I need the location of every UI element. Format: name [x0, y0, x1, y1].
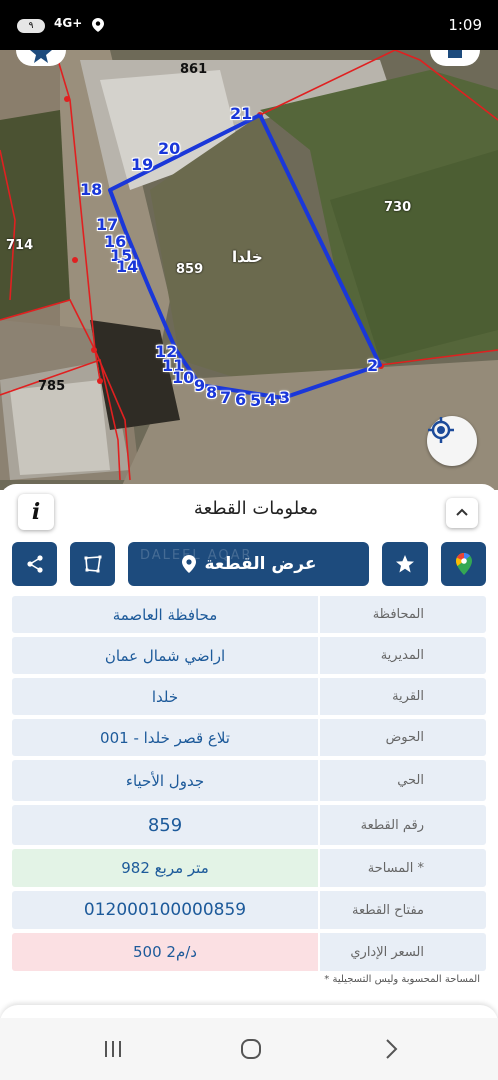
system-nav-bar: [0, 1018, 498, 1080]
layers-button[interactable]: [430, 48, 480, 66]
vertex-label: 2: [367, 356, 379, 375]
area-footnote: * المساحة المحسوبة وليس التسجيلية: [324, 974, 480, 985]
vertex-label: 3: [279, 388, 291, 407]
back-chevron-icon: [386, 1039, 398, 1059]
battery-indicator: ٩: [17, 19, 45, 33]
star-icon: [30, 42, 52, 63]
attr-key: الحي: [320, 760, 486, 801]
recents-icon: [105, 1041, 121, 1057]
parcel-label-730: 730: [384, 200, 412, 215]
collapse-button[interactable]: [446, 498, 478, 528]
attr-value: خلدا: [12, 678, 318, 715]
attr-value: 012000100000859: [12, 891, 318, 929]
attr-key: رقم القطعة: [320, 805, 486, 845]
panel-title: معلومات القطعة: [193, 498, 318, 519]
parcel-label-861: 861: [180, 62, 208, 77]
parcel-label-785: 785: [38, 379, 66, 394]
attr-key: المديرية: [320, 637, 486, 674]
vertex-label: 9: [194, 376, 206, 395]
attr-row-admin-price: 500 د/م2 السعر الإداري: [12, 933, 486, 971]
vertex-label: 4: [265, 390, 277, 409]
attr-row-parcel-key: 012000100000859 مفتاح القطعة: [12, 891, 486, 929]
watermark-text: DALEEL AQAR: [140, 548, 253, 563]
attr-key: مفتاح القطعة: [320, 891, 486, 929]
location-icon: [92, 18, 104, 32]
attr-key: السعر الإداري: [320, 933, 486, 971]
parcel-attributes: محافظة العاصمة المحافظة اراضي شمال عمان …: [12, 596, 486, 975]
attr-row-governorate: محافظة العاصمة المحافظة: [12, 596, 486, 633]
polygon-button[interactable]: [70, 542, 115, 586]
attr-row-parcel-number: 859 رقم القطعة: [12, 805, 486, 845]
area-name-label: خلدا: [232, 248, 263, 266]
attr-value: جدول الأحياء: [12, 760, 318, 801]
attr-value: 982 متر مربع: [12, 849, 318, 887]
share-icon: [26, 555, 43, 573]
vertex-label: 10: [172, 368, 195, 387]
attr-value: اراضي شمال عمان: [12, 637, 318, 674]
google-maps-button[interactable]: [441, 542, 486, 586]
vertex-label: 18: [80, 180, 103, 199]
back-button[interactable]: [376, 1034, 406, 1064]
vertex-label: 19: [131, 155, 154, 174]
vertex-label: 21: [230, 104, 253, 123]
parcel-label-859: 859: [176, 262, 204, 277]
parcel-info-panel: i معلومات القطعة DALEEL AQAR عرض القطعة: [0, 484, 498, 1024]
clock: 1:09: [448, 16, 482, 34]
crosshair-icon: [428, 417, 454, 443]
vertex-label: 14: [116, 257, 139, 276]
vertex-label: 6: [235, 390, 247, 409]
chevron-up-icon: [456, 508, 468, 516]
my-location-button[interactable]: [427, 416, 477, 466]
show-parcel-button[interactable]: DALEEL AQAR عرض القطعة: [128, 542, 369, 586]
share-button[interactable]: [12, 542, 57, 586]
polygon-icon: [84, 555, 101, 573]
recents-button[interactable]: [98, 1034, 128, 1064]
attr-key: المساحة *: [320, 849, 486, 887]
attr-key: المحافظة: [320, 596, 486, 633]
home-button[interactable]: [236, 1034, 266, 1064]
attr-row-neighborhood: جدول الأحياء الحي: [12, 760, 486, 801]
info-button[interactable]: i: [18, 494, 54, 530]
attr-value: 859: [12, 805, 318, 845]
vertex-label: 20: [158, 139, 181, 158]
star-map-button[interactable]: [16, 42, 66, 66]
favorite-button[interactable]: [382, 542, 428, 586]
attr-value: 500 د/م2: [12, 933, 318, 971]
home-icon: [241, 1039, 261, 1059]
layers-icon: [448, 48, 462, 58]
attr-row-directorate: اراضي شمال عمان المديرية: [12, 637, 486, 674]
parcel-label-714: 714: [6, 238, 34, 253]
attr-row-basin: تلاع قصر خلدا - 001 الحوض: [12, 719, 486, 756]
star-icon: [396, 555, 414, 573]
attr-key: القرية: [320, 678, 486, 715]
attr-key: الحوض: [320, 719, 486, 756]
vertex-label: 8: [206, 383, 218, 402]
attr-row-village: خلدا القرية: [12, 678, 486, 715]
vertex-label: 5: [250, 391, 262, 410]
attr-value: محافظة العاصمة: [12, 596, 318, 633]
attr-row-area: 982 متر مربع المساحة *: [12, 849, 486, 887]
status-bar: ٩ 4G+ 1:09: [0, 0, 498, 50]
google-maps-icon: [455, 553, 472, 575]
satellite-map[interactable]: 861 730 714 859 785 خلدا 21 20 19 18 17 …: [0, 50, 498, 490]
vertex-label: 7: [220, 388, 232, 407]
network-indicator: 4G+: [54, 16, 83, 30]
attr-value: تلاع قصر خلدا - 001: [12, 719, 318, 756]
